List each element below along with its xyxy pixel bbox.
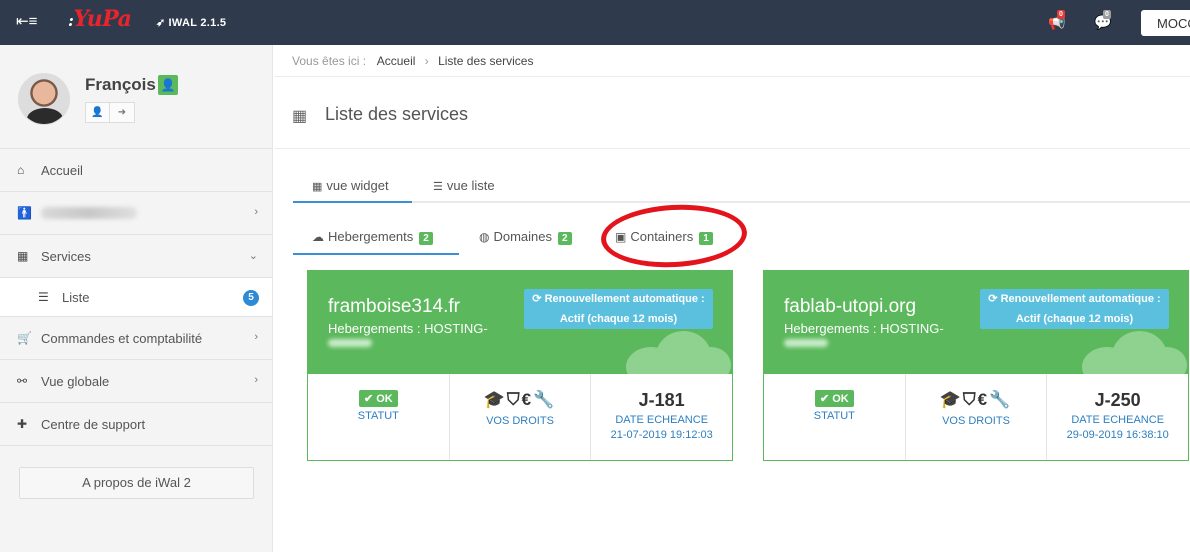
cart-icon: 🛒 (17, 331, 32, 345)
about-button[interactable]: A propos de iWal 2 (19, 467, 254, 499)
male-icon: 🚹 (17, 206, 32, 220)
menu-toggle-icon[interactable]: ⇤≡ (16, 12, 37, 30)
due-cell: J-181 DATE ECHEANCE 21-07-2019 19:12:03 (591, 374, 732, 460)
status-badge: ✔ OK (814, 390, 854, 407)
user-menu-button[interactable]: MOCC (1141, 10, 1190, 36)
chevron-down-icon: ⌄ (248, 250, 258, 262)
rocket-icon: ➶ (156, 17, 166, 29)
sidebar-item-commandes[interactable]: 🛒 Commandes et comptabilité › (0, 317, 272, 360)
days-remaining: J-181 (638, 390, 685, 410)
tab-hebergements[interactable]: ☁ Hebergements 2 (293, 220, 459, 255)
sidebar-item-label: Commandes et comptabilité (41, 330, 203, 346)
page-header: ▦ Liste des services (274, 77, 1190, 149)
due-cell: J-250 DATE ECHEANCE 29-09-2019 16:38:10 (1047, 374, 1188, 460)
service-card[interactable]: framboise314.fr Hebergements : HOSTING- … (307, 270, 733, 461)
breadcrumb-home-link[interactable]: Accueil (377, 54, 416, 68)
messages-button[interactable]: 💬 0 (1094, 10, 1111, 31)
breadcrumb-separator: › (424, 54, 429, 68)
count-badge: 5 (243, 290, 259, 306)
profile-name: François (85, 75, 156, 94)
cloud-icon (1072, 325, 1187, 374)
cubes-icon: ▦ (17, 249, 29, 263)
blurred-text (328, 339, 372, 347)
status-cell: ✔ OK STATUT (308, 374, 450, 460)
blurred-label (41, 207, 137, 219)
sidebar-item-label: Vue globale (41, 373, 110, 389)
sidebar-item-account[interactable]: 🚹 › (0, 192, 272, 235)
sidebar-item-vue-globale[interactable]: ⚯ Vue globale › (0, 360, 272, 403)
tab-vue-liste[interactable]: ☰ vue liste (433, 170, 495, 203)
auto-renew-badge: ⟳ Renouvellement automatique : Actif (ch… (524, 289, 713, 329)
status-badge: ✔ OK (358, 390, 398, 407)
sidebar-subitem-liste[interactable]: ☰ Liste 5 (0, 278, 272, 317)
profile-user-icon[interactable]: 👤 (85, 102, 110, 123)
cloud-icon (616, 325, 731, 374)
blurred-text (784, 339, 828, 347)
rights-cell: 🎓⛉€🔧 VOS DROITS (450, 374, 592, 460)
service-plan: Hebergements : HOSTING- (784, 321, 944, 336)
th-large-icon: ▦ (312, 181, 323, 193)
chevron-right-icon: › (254, 331, 258, 343)
home-icon: ⌂ (17, 163, 25, 177)
breadcrumb-current: Liste des services (438, 54, 534, 68)
sidebar-item-services[interactable]: ▦ Services ⌄ (0, 235, 272, 278)
logo[interactable]: :YuPa (68, 6, 132, 32)
view-tabs: ▦ vue widget ☰ vue liste (293, 170, 1190, 203)
auto-renew-badge: ⟳ Renouvellement automatique : Actif (ch… (980, 289, 1169, 329)
refresh-icon: ⟳ (532, 293, 542, 305)
announcements-count: 0 (1057, 10, 1065, 19)
sidebar-subitem-label: Liste (62, 289, 90, 305)
service-card[interactable]: fablab-utopi.org Hebergements : HOSTING-… (763, 270, 1189, 461)
annotation-circle (599, 201, 749, 271)
cubes-icon: ▦ (292, 108, 308, 125)
sidebar-item-label: Services (41, 248, 91, 264)
count-badge: 2 (558, 232, 572, 245)
th-list-icon: ☰ (433, 181, 443, 193)
sidebar-item-label: Centre de support (41, 416, 146, 432)
sidebar-item-accueil[interactable]: ⌂ Accueil (0, 149, 272, 192)
globe-icon: ◍ (479, 230, 490, 244)
tab-vue-widget[interactable]: ▦ vue widget (293, 170, 412, 203)
status-cell: ✔ OK STATUT (764, 374, 906, 460)
service-name[interactable]: fablab-utopi.org (784, 296, 916, 318)
breadcrumb: Vous êtes ici : Accueil › Liste des serv… (274, 45, 1190, 77)
sidebar: François 👤 👤 ➜ ⌂ Accueil 🚹 › ▦ Services … (0, 45, 273, 552)
announcements-button[interactable]: 📢 0 (1048, 10, 1065, 31)
logout-icon[interactable]: ➜ (110, 102, 135, 123)
sidebar-item-support[interactable]: ✚ Centre de support (0, 403, 272, 446)
sidebar-item-label: Accueil (41, 162, 83, 178)
chevron-right-icon: › (254, 374, 258, 386)
medkit-icon: ✚ (17, 417, 28, 431)
count-badge: 2 (419, 232, 433, 245)
days-remaining: J-250 (1094, 390, 1141, 410)
breadcrumb-prefix: Vous êtes ici : (292, 54, 367, 68)
tab-domaines[interactable]: ◍ Domaines 2 (479, 220, 572, 255)
app-version: ➶ IWAL 2.1.5 (156, 17, 227, 29)
binoculars-icon: ⚯ (17, 374, 28, 388)
rights-cell: 🎓⛉€🔧 VOS DROITS (906, 374, 1048, 460)
user-status-icon: 👤 (158, 75, 178, 95)
messages-count: 0 (1103, 10, 1111, 19)
service-name[interactable]: framboise314.fr (328, 296, 460, 318)
avatar (18, 73, 70, 125)
chevron-right-icon: › (254, 206, 258, 218)
list-icon: ☰ (38, 290, 49, 304)
refresh-icon: ⟳ (988, 293, 998, 305)
profile-panel: François 👤 👤 ➜ (0, 45, 272, 149)
page-title: Liste des services (325, 104, 469, 124)
rights-icons: 🎓⛉€🔧 (483, 390, 557, 409)
rights-icons: 🎓⛉€🔧 (939, 390, 1013, 409)
service-plan: Hebergements : HOSTING- (328, 321, 488, 336)
due-date: 29-09-2019 16:38:10 (1066, 429, 1169, 441)
cloud-icon: ☁ (312, 230, 324, 244)
top-navbar: ⇤≡ :YuPa ➶IWAL 2.1.5 📢 0 💬 0 MOCC (0, 0, 1190, 45)
due-date: 21-07-2019 19:12:03 (610, 429, 713, 441)
